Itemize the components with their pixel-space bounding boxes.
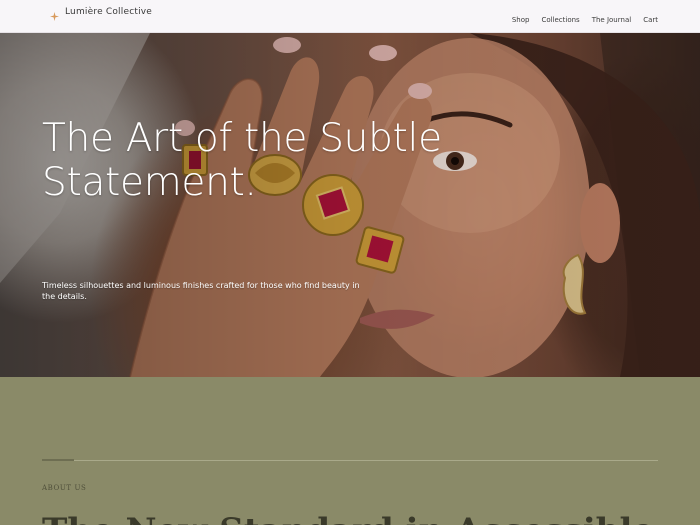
hero-overlay — [0, 33, 700, 377]
brand[interactable]: Lumière Collective — [50, 7, 153, 21]
divider-accent — [42, 459, 74, 461]
hero-subtitle: Timeless silhouettes and luminous finish… — [42, 281, 360, 301]
site-header: Lumière Collective Shop Collections The … — [0, 0, 700, 33]
nav-link-cart[interactable]: Cart — [643, 16, 658, 24]
main-nav: Shop Collections The Journal Cart — [512, 16, 658, 24]
brand-name: Lumière Collective — [65, 7, 153, 17]
section-label: ABOUT US — [42, 484, 87, 492]
sparkle-icon — [50, 8, 59, 21]
section-heading: The New Standard in Accessible — [42, 511, 692, 525]
hero-section: The Art of the Subtle Statement. Timeles… — [0, 33, 700, 377]
nav-link-journal[interactable]: The Journal — [592, 16, 631, 24]
nav-link-shop[interactable]: Shop — [512, 16, 530, 24]
about-section: ABOUT US The New Standard in Accessible — [0, 377, 700, 525]
section-divider — [42, 460, 658, 461]
hero-title: The Art of the Subtle Statement. — [42, 116, 442, 205]
nav-link-collections[interactable]: Collections — [541, 16, 579, 24]
